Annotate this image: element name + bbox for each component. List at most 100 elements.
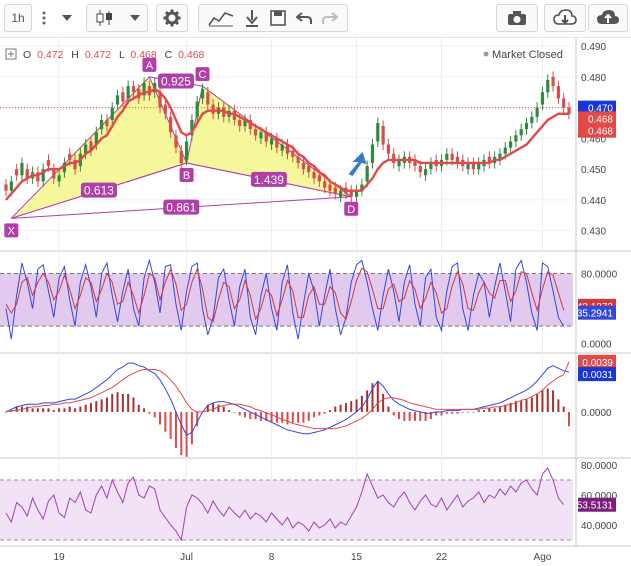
chart-type-button[interactable] bbox=[86, 4, 148, 32]
cloud-download-icon bbox=[553, 9, 577, 27]
macd-histogram-bar bbox=[111, 393, 114, 412]
macd-histogram-bar bbox=[159, 411, 162, 425]
candle-body bbox=[163, 104, 167, 114]
macd-histogram-bar bbox=[26, 406, 29, 412]
macd-histogram-bar bbox=[31, 408, 34, 412]
candle-body bbox=[169, 116, 173, 133]
macd-histogram-bar bbox=[116, 392, 119, 412]
undo-icon[interactable] bbox=[296, 11, 312, 25]
candle-body bbox=[280, 144, 284, 151]
ratio-label: 0.613 bbox=[84, 184, 114, 198]
pattern-point-label: X bbox=[8, 225, 16, 237]
legend-h-value: 0.472 bbox=[85, 49, 111, 61]
macd-histogram-bar bbox=[153, 411, 156, 418]
pattern-point-label: B bbox=[183, 170, 190, 182]
macd-histogram-bar bbox=[525, 399, 528, 412]
chevron-down-icon[interactable] bbox=[56, 4, 78, 32]
stochastic-k-tag: 35.2941 bbox=[577, 309, 614, 320]
candle-body bbox=[508, 141, 513, 148]
macd-histogram-bar bbox=[164, 411, 167, 432]
candle-body bbox=[254, 129, 258, 136]
candle-body bbox=[259, 132, 263, 139]
legend-l-value: 0.468 bbox=[130, 49, 156, 61]
candle-body bbox=[312, 172, 316, 179]
candle-body bbox=[333, 187, 337, 194]
macd-histogram-bar bbox=[68, 406, 71, 412]
macd-histogram-bar bbox=[143, 408, 146, 412]
macd-histogram-bar bbox=[89, 402, 92, 412]
x-tick-label: Ago bbox=[534, 552, 552, 563]
macd-histogram-bar bbox=[313, 411, 316, 418]
macd-histogram-bar bbox=[84, 404, 87, 412]
x-tick-label: 8 bbox=[269, 552, 275, 563]
macd-histogram-bar bbox=[488, 408, 491, 412]
macd-histogram-bar bbox=[127, 393, 130, 412]
candle-body bbox=[9, 181, 13, 191]
macd-histogram-bar bbox=[307, 411, 310, 421]
rsi-tick-label: 80.0000 bbox=[581, 461, 618, 472]
candle-body bbox=[503, 147, 507, 154]
macd-histogram-bar bbox=[74, 408, 77, 412]
macd-histogram-bar bbox=[174, 411, 177, 448]
stochastic-tick-label: 80.0000 bbox=[581, 270, 618, 281]
macd-histogram-bar bbox=[440, 411, 443, 416]
chart-area[interactable]: 0.613 0.925 1.439 0.861 X A B C D 19 Jul 8 15 22 Ago 0… bbox=[0, 38, 631, 566]
candle-body bbox=[339, 190, 343, 197]
macd-histogram-bar bbox=[328, 410, 331, 412]
macd-histogram-bar bbox=[483, 410, 486, 412]
candle-body bbox=[195, 101, 199, 117]
macd-histogram-bar bbox=[456, 411, 459, 414]
macd-histogram-bar bbox=[350, 401, 353, 412]
indicators-icon[interactable] bbox=[208, 9, 234, 27]
market-status: Market Closed bbox=[492, 49, 563, 61]
pattern-point-label: C bbox=[199, 69, 207, 81]
candle-body bbox=[323, 181, 327, 188]
price-tick-label: 0.440 bbox=[581, 196, 606, 207]
macd-histogram-bar bbox=[228, 410, 231, 412]
candle-body bbox=[445, 153, 449, 160]
macd-histogram-bar bbox=[270, 411, 273, 423]
load-button[interactable] bbox=[544, 4, 586, 32]
x-tick-label: Jul bbox=[180, 552, 193, 563]
candle-body bbox=[307, 166, 311, 173]
candle-body bbox=[206, 92, 210, 105]
macd-histogram-bar bbox=[36, 408, 39, 412]
candle-body bbox=[530, 116, 534, 124]
candle-body bbox=[514, 135, 518, 142]
rsi-value-tag: 53.5131 bbox=[577, 501, 614, 512]
legend-c-label: C bbox=[165, 49, 173, 61]
candle-body bbox=[126, 86, 130, 99]
macd-histogram-bar bbox=[132, 397, 135, 412]
indicator-tools bbox=[198, 4, 348, 32]
macd-histogram-bar bbox=[95, 401, 98, 412]
compare-icon[interactable] bbox=[244, 9, 260, 27]
interval-selector[interactable]: 1h bbox=[4, 4, 32, 32]
pattern-point-label: D bbox=[347, 204, 355, 216]
macd-histogram-bar bbox=[360, 395, 363, 412]
macd-tick-label: 0.0000 bbox=[581, 408, 612, 419]
publish-button[interactable] bbox=[588, 4, 628, 32]
candle-body bbox=[317, 175, 321, 182]
redo-icon[interactable] bbox=[322, 11, 338, 25]
candle-body bbox=[291, 150, 295, 157]
macd-histogram-bar bbox=[498, 406, 501, 412]
macd-histogram-bar bbox=[47, 408, 50, 412]
candle-body bbox=[535, 107, 539, 117]
screenshot-button[interactable] bbox=[496, 4, 538, 32]
candle-body bbox=[57, 175, 61, 182]
settings-button[interactable] bbox=[156, 4, 188, 32]
legend-l-label: L bbox=[119, 49, 125, 61]
candle-body bbox=[184, 141, 189, 160]
more-vertical-icon[interactable] bbox=[34, 4, 54, 32]
macd-histogram-bar bbox=[530, 397, 533, 412]
legend-h-label: H bbox=[71, 49, 79, 61]
ratio-label: 1.439 bbox=[254, 173, 284, 187]
candle-body bbox=[376, 123, 380, 142]
macd-histogram-bar bbox=[413, 411, 416, 421]
macd-histogram-bar bbox=[100, 399, 103, 412]
save-icon[interactable] bbox=[270, 10, 286, 26]
candle-body bbox=[15, 169, 19, 176]
macd-histogram-bar bbox=[451, 411, 454, 414]
candle-body bbox=[450, 153, 454, 160]
legend-c-value: 0.468 bbox=[178, 49, 204, 61]
